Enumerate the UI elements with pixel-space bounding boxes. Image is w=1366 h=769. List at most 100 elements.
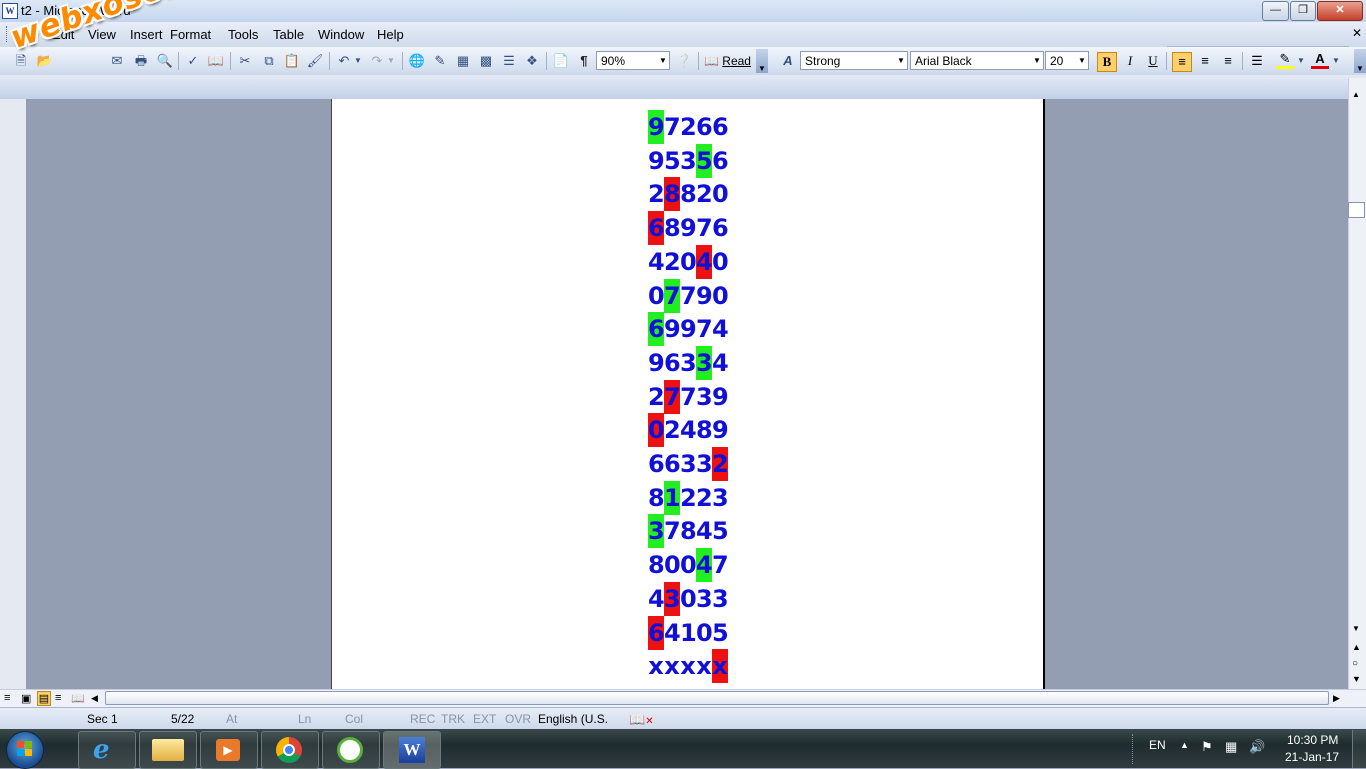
minimize-button[interactable]: — xyxy=(1262,1,1289,21)
copy-icon[interactable]: ⧉ xyxy=(260,52,278,70)
spelling-icon[interactable]: ✓ xyxy=(184,52,202,70)
align-left-icon[interactable]: ≡ xyxy=(1172,52,1192,72)
undo-icon[interactable]: ↶ xyxy=(335,52,353,70)
font-select[interactable]: Arial Black ▼ xyxy=(910,51,1044,70)
clock-time[interactable]: 10:30 PM xyxy=(1287,733,1338,747)
network-icon[interactable]: ▦ xyxy=(1225,739,1237,755)
align-center-icon[interactable]: ≡ xyxy=(1196,52,1214,70)
reading-layout-icon[interactable]: 📖 xyxy=(71,692,85,705)
show-desktop-button[interactable] xyxy=(1352,730,1366,768)
read-button[interactable]: 📖 Read xyxy=(704,52,751,70)
status-language[interactable]: English (U.S. xyxy=(538,712,608,726)
drawing-icon[interactable]: ❖ xyxy=(523,52,541,70)
menu-help[interactable]: Help xyxy=(377,27,404,42)
show-formatting-icon[interactable]: ¶ xyxy=(575,52,593,70)
redo-icon[interactable]: ↷ xyxy=(368,52,386,70)
digit-cell: 3 xyxy=(648,514,665,549)
paste-icon[interactable]: 📋 xyxy=(283,52,301,70)
research-icon[interactable]: 📖 xyxy=(207,52,225,70)
digit-cell: 6 xyxy=(648,312,665,347)
zoom-select[interactable]: 90% ▼ xyxy=(596,51,670,70)
close-document-icon[interactable]: ✕ xyxy=(1352,26,1362,40)
insert-excel-icon[interactable]: ▩ xyxy=(477,52,495,70)
status-ovr[interactable]: OVR xyxy=(505,712,531,726)
taskbar-file-explorer[interactable] xyxy=(139,731,197,769)
italic-icon[interactable]: I xyxy=(1121,52,1139,70)
toolbar-options-button[interactable]: ▼ xyxy=(756,49,768,73)
chevron-down-icon[interactable]: ▼ xyxy=(386,52,396,70)
action-center-icon[interactable]: ⚑ xyxy=(1201,739,1213,755)
underline-icon[interactable]: U xyxy=(1144,52,1162,70)
previous-page-icon[interactable]: ▲ xyxy=(1352,642,1361,652)
open-icon[interactable]: 📂 xyxy=(36,52,54,70)
tables-borders-icon[interactable]: ✎ xyxy=(431,52,449,70)
vertical-scroll-thumb[interactable] xyxy=(1348,202,1365,218)
spelling-status-icon[interactable]: 📖✕ xyxy=(629,712,654,728)
print-icon[interactable]: 🖶 xyxy=(132,52,150,70)
word-app-icon[interactable]: W xyxy=(2,3,18,19)
permission-icon[interactable]: ✉ xyxy=(108,52,126,70)
bold-icon[interactable]: B xyxy=(1097,52,1117,72)
clock-date[interactable]: 21-Jan-17 xyxy=(1285,750,1339,764)
outline-view-icon[interactable]: ≡ xyxy=(55,692,61,704)
help-icon[interactable]: ❔ xyxy=(675,52,693,70)
web-layout-icon[interactable]: ▣ xyxy=(21,692,31,705)
volume-icon[interactable]: 🔊 xyxy=(1249,739,1265,755)
restore-button[interactable]: ❐ xyxy=(1290,1,1316,21)
status-rec[interactable]: REC xyxy=(410,712,435,726)
cut-icon[interactable]: ✂ xyxy=(236,52,254,70)
menu-format[interactable]: Format xyxy=(170,27,211,42)
font-color-icon[interactable]: A xyxy=(1311,52,1329,69)
align-right-icon[interactable]: ≡ xyxy=(1219,52,1237,70)
chevron-down-icon[interactable]: ▼ xyxy=(1076,52,1088,69)
input-language[interactable]: EN xyxy=(1149,738,1166,752)
chevron-down-icon[interactable]: ▼ xyxy=(353,52,363,70)
show-hidden-icons-icon[interactable]: ▲ xyxy=(1180,740,1189,750)
number-row: 80047 xyxy=(648,548,729,583)
select-browse-object-icon[interactable]: ○ xyxy=(1352,658,1358,669)
highlight-icon[interactable]: ✎ xyxy=(1276,52,1294,69)
number-row: 43033 xyxy=(648,581,729,616)
print-layout-icon[interactable]: ▤ xyxy=(37,691,51,706)
start-button[interactable] xyxy=(6,731,44,769)
chevron-down-icon[interactable]: ▼ xyxy=(1296,52,1306,70)
print-preview-icon[interactable]: 🔍 xyxy=(156,52,174,70)
insert-table-icon[interactable]: ▦ xyxy=(454,52,472,70)
chevron-down-icon[interactable]: ▼ xyxy=(1031,52,1043,69)
taskbar-coccoc[interactable] xyxy=(322,731,380,769)
folder-icon xyxy=(152,739,184,761)
taskbar-internet-explorer[interactable]: e xyxy=(78,731,136,769)
format-painter-icon[interactable]: 🖌 xyxy=(306,52,324,70)
hyperlink-icon[interactable]: 🌐 xyxy=(408,52,426,70)
columns-icon[interactable]: ☰ xyxy=(500,52,518,70)
menu-insert[interactable]: Insert xyxy=(130,27,163,42)
taskbar-chrome[interactable] xyxy=(261,731,319,769)
chevron-down-icon[interactable]: ▼ xyxy=(1331,52,1341,70)
menu-table[interactable]: Table xyxy=(273,27,304,42)
scroll-up-icon[interactable]: ▲ xyxy=(1352,90,1360,99)
digit-cell: 7 xyxy=(680,281,697,310)
next-page-icon[interactable]: ▼ xyxy=(1352,674,1361,684)
menu-window[interactable]: Window xyxy=(318,27,364,42)
digit-cell: 3 xyxy=(680,146,697,175)
close-button[interactable]: ✕ xyxy=(1317,1,1363,21)
horizontal-scroll-thumb[interactable] xyxy=(105,691,1329,705)
status-ext[interactable]: EXT xyxy=(473,712,496,726)
normal-view-icon[interactable]: ≡ xyxy=(4,692,10,704)
status-trk[interactable]: TRK xyxy=(441,712,465,726)
taskbar-media-player[interactable]: ▶ xyxy=(200,731,258,769)
chevron-down-icon[interactable]: ▼ xyxy=(657,52,669,69)
style-select[interactable]: Strong ▼ xyxy=(800,51,908,70)
menu-tools[interactable]: Tools xyxy=(228,27,258,42)
scroll-left-icon[interactable]: ◀ xyxy=(91,693,98,704)
scroll-down-icon[interactable]: ▼ xyxy=(1352,624,1360,633)
font-size-select[interactable]: 20 ▼ xyxy=(1045,51,1089,70)
document-map-icon[interactable]: 📄 xyxy=(552,52,570,70)
styles-formatting-icon[interactable]: A xyxy=(779,52,797,70)
toolbar-options-button[interactable]: ▼ xyxy=(1354,49,1366,73)
scroll-right-icon[interactable]: ▶ xyxy=(1333,693,1340,704)
chevron-down-icon[interactable]: ▼ xyxy=(895,52,907,69)
line-spacing-icon[interactable]: ☰ xyxy=(1248,52,1266,70)
vertical-scrollbar[interactable]: ▲ ▼ ▲ ○ ▼ xyxy=(1348,78,1366,689)
taskbar-word[interactable]: W xyxy=(383,731,441,769)
